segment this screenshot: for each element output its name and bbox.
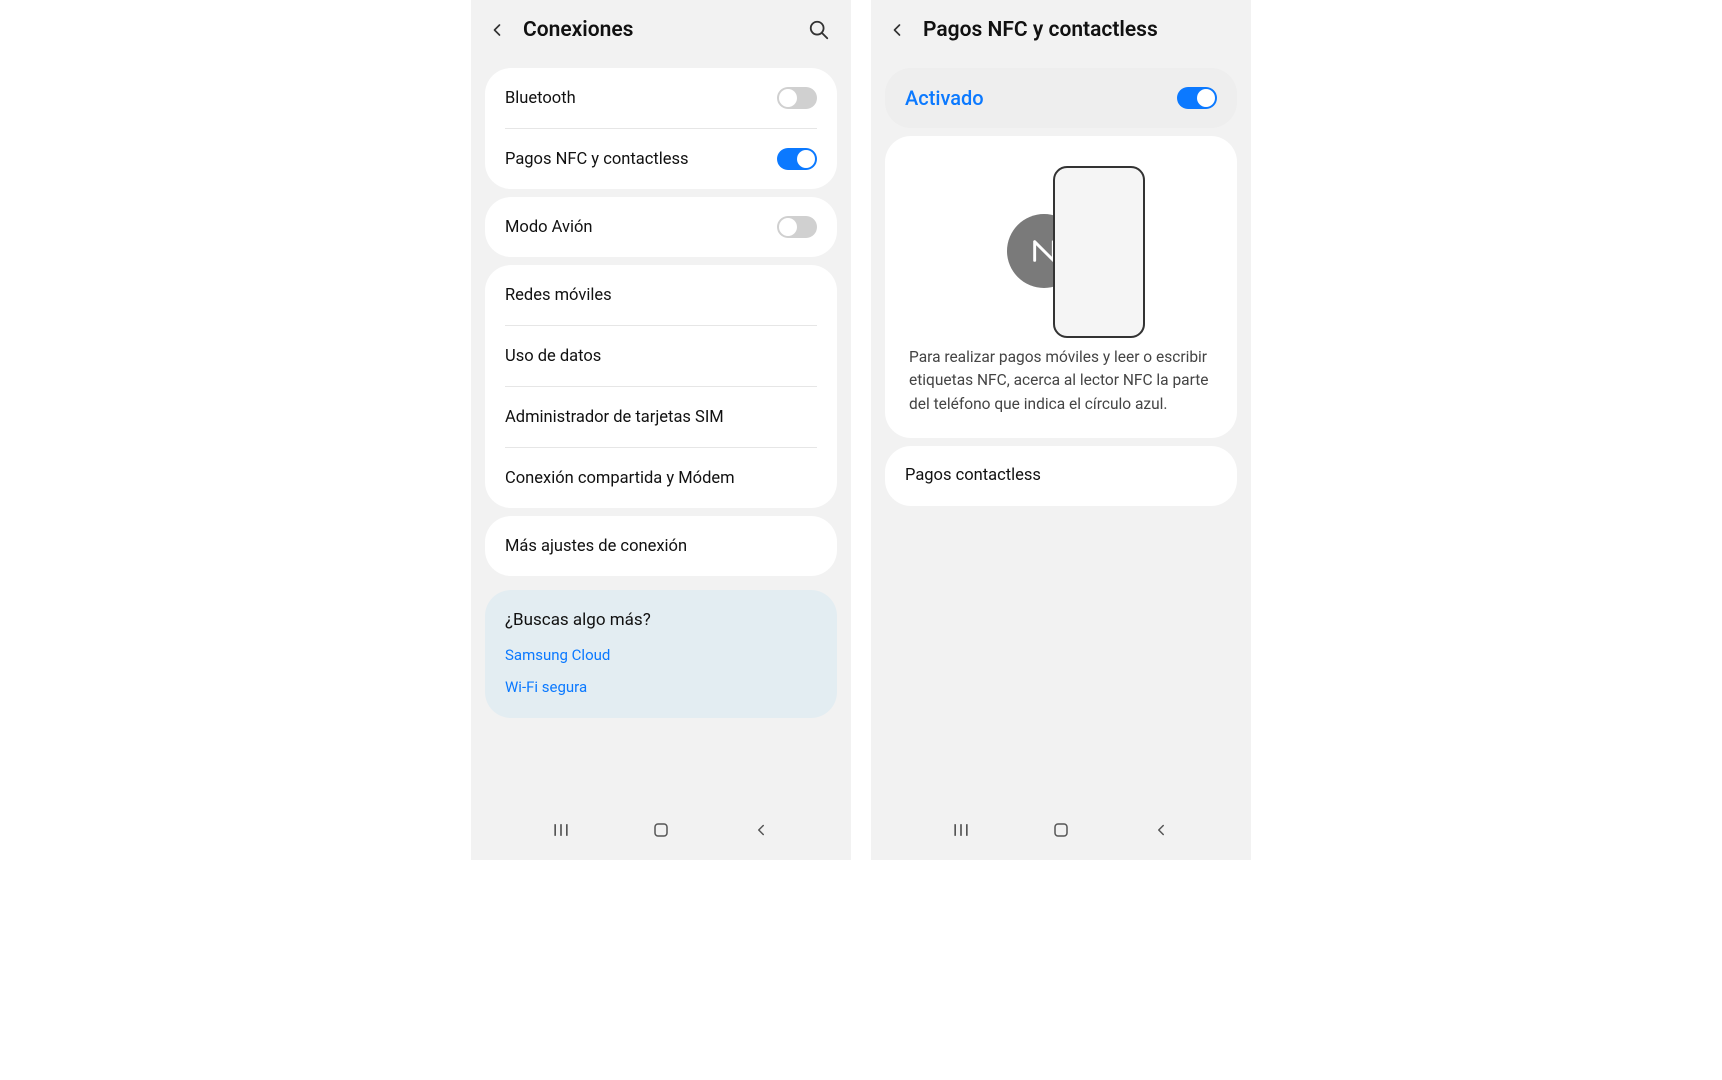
more-settings-label: Más ajustes de conexión <box>505 537 817 556</box>
header: Pagos NFC y contactless <box>871 0 1251 60</box>
activated-toggle[interactable] <box>1177 87 1217 109</box>
nfc-label: Pagos NFC y contactless <box>505 150 777 169</box>
back-icon <box>752 821 770 839</box>
nav-back[interactable] <box>1149 818 1173 842</box>
screen-nfc-payments: Pagos NFC y contactless Activado Para re… <box>871 0 1251 860</box>
bluetooth-label: Bluetooth <box>505 89 777 108</box>
search-button[interactable] <box>807 18 831 42</box>
chevron-left-icon <box>487 20 507 40</box>
group-airplane: Modo Avión <box>485 197 837 257</box>
home-icon <box>652 821 670 839</box>
page-title: Conexiones <box>523 18 793 42</box>
row-data-usage[interactable]: Uso de datos <box>485 326 837 386</box>
mobile-networks-label: Redes móviles <box>505 286 817 305</box>
home-icon <box>1052 821 1070 839</box>
activated-label: Activado <box>905 86 1177 110</box>
row-more-settings[interactable]: Más ajustes de conexión <box>485 516 837 576</box>
airplane-toggle[interactable] <box>777 216 817 238</box>
airplane-label: Modo Avión <box>505 218 777 237</box>
row-activated[interactable]: Activado <box>885 68 1237 128</box>
row-airplane[interactable]: Modo Avión <box>485 197 837 257</box>
suggestions-title: ¿Buscas algo más? <box>505 610 817 630</box>
nfc-description: Para realizar pagos móviles y leer o esc… <box>885 336 1237 438</box>
contactless-label: Pagos contactless <box>905 466 1217 485</box>
group-wireless: Bluetooth Pagos NFC y contactless <box>485 68 837 189</box>
suggestion-link-wifi-secure[interactable]: Wi-Fi segura <box>505 678 817 696</box>
chevron-left-icon <box>887 20 907 40</box>
nav-bar <box>471 810 851 850</box>
recents-icon <box>951 820 971 840</box>
row-tethering[interactable]: Conexión compartida y Módem <box>485 448 837 508</box>
sim-manager-label: Administrador de tarjetas SIM <box>505 408 817 427</box>
nfc-info-card: Para realizar pagos móviles y leer o esc… <box>885 136 1237 438</box>
nav-home[interactable] <box>1049 818 1073 842</box>
back-button[interactable] <box>485 18 509 42</box>
recents-icon <box>551 820 571 840</box>
row-nfc[interactable]: Pagos NFC y contactless <box>485 129 837 189</box>
row-sim-manager[interactable]: Administrador de tarjetas SIM <box>485 387 837 447</box>
row-contactless-payments[interactable]: Pagos contactless <box>885 446 1237 506</box>
nav-home[interactable] <box>649 818 673 842</box>
nav-bar <box>871 810 1251 850</box>
screen-connections: Conexiones Bluetooth Pagos NFC y contact… <box>471 0 851 860</box>
data-usage-label: Uso de datos <box>505 347 817 366</box>
suggestion-link-samsung-cloud[interactable]: Samsung Cloud <box>505 646 817 664</box>
nav-recents[interactable] <box>949 818 973 842</box>
suggestions-card: ¿Buscas algo más? Samsung Cloud Wi-Fi se… <box>485 590 837 718</box>
page-title: Pagos NFC y contactless <box>923 18 1231 42</box>
phone-outline-icon <box>1053 166 1145 338</box>
nfc-toggle[interactable] <box>777 148 817 170</box>
row-mobile-networks[interactable]: Redes móviles <box>485 265 837 325</box>
back-icon <box>1152 821 1170 839</box>
contactless-card: Pagos contactless <box>885 446 1237 506</box>
group-more: Más ajustes de conexión <box>485 516 837 576</box>
activated-card: Activado <box>885 68 1237 128</box>
nfc-illustration <box>885 136 1237 336</box>
row-bluetooth[interactable]: Bluetooth <box>485 68 837 128</box>
bluetooth-toggle[interactable] <box>777 87 817 109</box>
nav-back[interactable] <box>749 818 773 842</box>
search-icon <box>808 19 830 41</box>
back-button[interactable] <box>885 18 909 42</box>
header: Conexiones <box>471 0 851 60</box>
group-network: Redes móviles Uso de datos Administrador… <box>485 265 837 508</box>
nav-recents[interactable] <box>549 818 573 842</box>
tethering-label: Conexión compartida y Módem <box>505 469 817 488</box>
